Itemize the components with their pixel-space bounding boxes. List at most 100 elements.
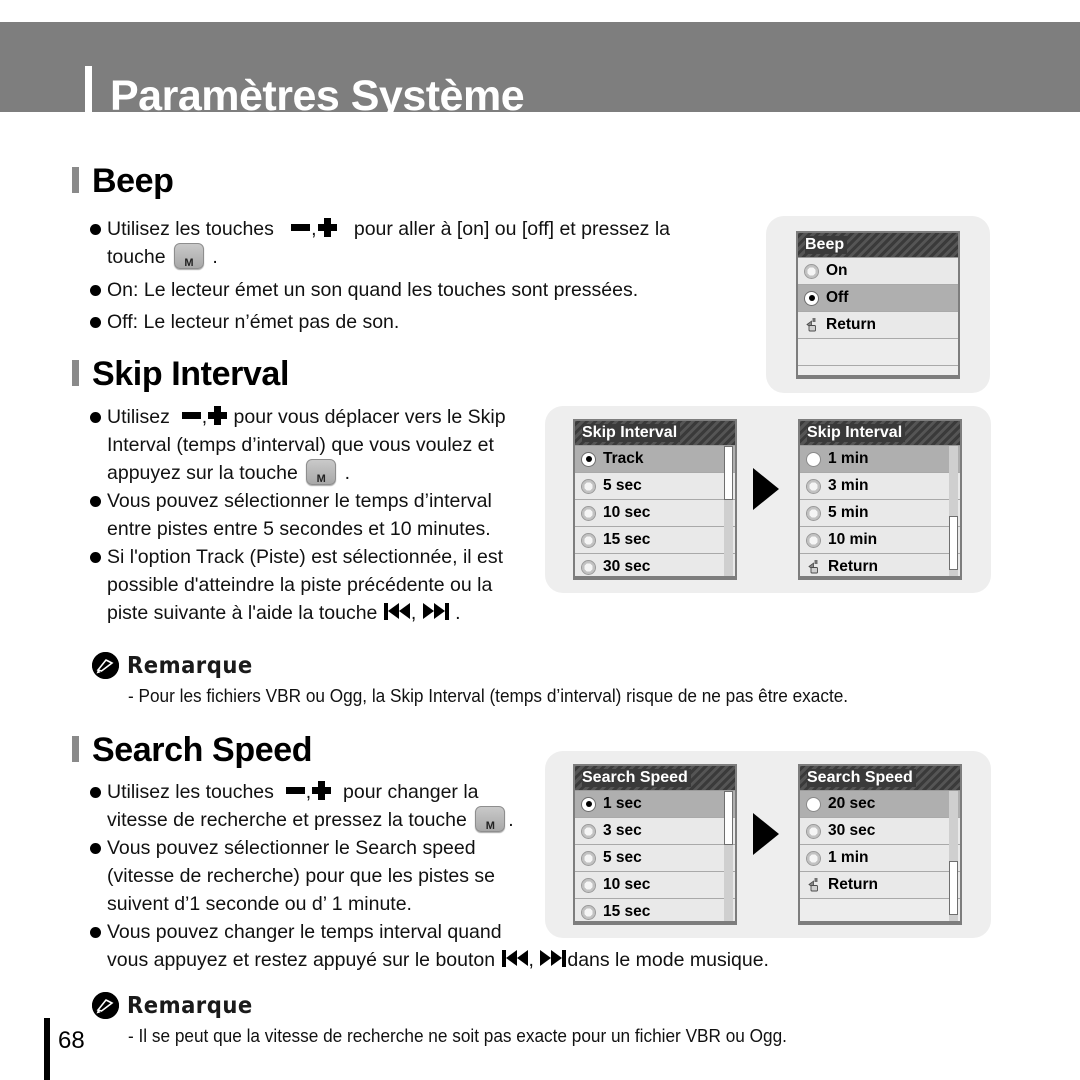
lcd-row-label: 1 min bbox=[828, 849, 869, 866]
lcd-row-label: 10 min bbox=[828, 531, 878, 548]
lcd-row[interactable]: 30 sec bbox=[575, 554, 735, 576]
panel-group-search-speed: Search Speed 1 sec 3 sec 5 sec 10 sec 15 sec… bbox=[545, 751, 991, 938]
page-header: Paramètres Système bbox=[0, 22, 1080, 134]
lcd-row-label: 5 min bbox=[828, 504, 869, 521]
lcd-row[interactable]: 15 sec bbox=[575, 527, 735, 554]
lcd-screen-skip-interval-1[interactable]: Skip Interval Track 5 sec 10 sec 15 sec 30 s… bbox=[573, 419, 737, 580]
lcd-row-label: 10 sec bbox=[603, 504, 651, 521]
lcd-row-label: Off bbox=[826, 289, 849, 306]
text-fragment: touche bbox=[107, 246, 166, 268]
bullet-dot-icon bbox=[90, 224, 101, 235]
lcd-row[interactable]: 1 min bbox=[800, 446, 960, 473]
lcd-row[interactable]: 30 sec bbox=[800, 818, 960, 845]
lcd-row[interactable]: 5 sec bbox=[575, 845, 735, 872]
lcd-row-label: Return bbox=[828, 558, 878, 575]
lcd-row-list: 1 sec 3 sec 5 sec 10 sec 15 sec bbox=[575, 791, 735, 921]
lcd-row[interactable]: Return bbox=[798, 312, 958, 339]
lcd-row-label: 5 sec bbox=[603, 849, 642, 866]
lcd-row-list: Track 5 sec 10 sec 15 sec 30 sec bbox=[575, 446, 735, 576]
text-fragment: . bbox=[455, 602, 461, 624]
text-fragment: appuyez sur la touche bbox=[107, 462, 298, 484]
lcd-row[interactable]: 3 sec bbox=[575, 818, 735, 845]
lcd-row[interactable]: Return bbox=[800, 872, 960, 899]
text-fragment: suivent d’1 seconde ou d’ 1 minute. bbox=[107, 893, 412, 915]
text-fragment: . bbox=[212, 246, 218, 268]
lcd-row[interactable]: Off bbox=[798, 285, 958, 312]
lcd-row[interactable]: 1 min bbox=[800, 845, 960, 872]
lcd-row[interactable]: 15 sec bbox=[575, 899, 735, 921]
flow-arrow-icon bbox=[753, 468, 779, 510]
lcd-row[interactable]: 3 min bbox=[800, 473, 960, 500]
bullet-item: Vous pouvez sélectionner le temps d’inte… bbox=[90, 487, 560, 543]
lcd-title-bar: Search Speed bbox=[800, 766, 960, 791]
text-fragment: Vous pouvez sélectionner le Search speed bbox=[107, 837, 476, 859]
lcd-row[interactable]: 5 sec bbox=[575, 473, 735, 500]
lcd-row[interactable]: Return bbox=[800, 554, 960, 576]
text-fragment: Utilisez bbox=[107, 406, 170, 428]
text-fragment: pour vous déplacer vers le Skip bbox=[233, 406, 506, 428]
bullet-dot-icon bbox=[90, 552, 101, 563]
text-fragment: Si l'option Track (Piste) est sélectionn… bbox=[107, 546, 504, 568]
radio-selected-icon bbox=[804, 290, 819, 306]
lcd-screen-skip-interval-2[interactable]: Skip Interval 1 min 3 min 5 min 10 min Retur… bbox=[798, 419, 962, 580]
bullet-item: Si l'option Track (Piste) est sélectionn… bbox=[90, 543, 560, 627]
lcd-row-list: 1 min 3 min 5 min 10 min Return bbox=[800, 446, 960, 576]
lcd-row-list: On Off Return bbox=[798, 258, 958, 375]
minus-key-icon bbox=[291, 224, 311, 232]
lcd-row-label: 15 sec bbox=[603, 903, 651, 920]
note-header: Remarque bbox=[92, 652, 902, 679]
radio-empty-icon bbox=[806, 451, 821, 467]
lcd-row-empty bbox=[800, 899, 960, 921]
lcd-screen-beep[interactable]: Beep On Off Return bbox=[796, 231, 960, 379]
lcd-row-empty bbox=[798, 339, 958, 366]
minus-key-icon bbox=[181, 412, 201, 420]
bullet-dot-icon bbox=[90, 496, 101, 507]
lcd-row[interactable]: 10 sec bbox=[575, 872, 735, 899]
lcd-row[interactable]: On bbox=[798, 258, 958, 285]
text-fragment: . bbox=[344, 462, 351, 484]
mode-key-icon: M bbox=[475, 805, 506, 832]
text-fragment: entre pistes entre 5 secondes et 10 minu… bbox=[107, 518, 491, 540]
bullet-dot-icon bbox=[90, 787, 101, 798]
scrollbar-thumb[interactable] bbox=[724, 791, 733, 845]
lcd-screen-search-speed-1[interactable]: Search Speed 1 sec 3 sec 5 sec 10 sec 15 sec bbox=[573, 764, 737, 925]
scrollbar-thumb[interactable] bbox=[949, 516, 958, 571]
lcd-title-text: Skip Interval bbox=[582, 424, 681, 442]
lcd-row-label: Track bbox=[603, 450, 644, 467]
radio-unselected-icon bbox=[804, 263, 819, 279]
text-fragment: possible d'atteindre la piste précédente… bbox=[107, 574, 493, 596]
heading-accent-bar bbox=[72, 166, 79, 193]
text-fragment: Off: Le lecteur n’émet pas de son. bbox=[107, 311, 400, 333]
radio-unselected-icon bbox=[581, 850, 596, 866]
radio-unselected-icon bbox=[806, 823, 821, 839]
lcd-row-label: Return bbox=[826, 316, 876, 333]
prev-track-icon bbox=[383, 603, 410, 621]
radio-selected-icon bbox=[581, 451, 596, 467]
lcd-row[interactable]: Track bbox=[575, 446, 735, 473]
lcd-row-label: 10 sec bbox=[603, 876, 651, 893]
lcd-screen-search-speed-2[interactable]: Search Speed 20 sec 30 sec 1 min Return bbox=[798, 764, 962, 925]
text-fragment: piste suivante à l'aide la touche bbox=[107, 602, 378, 624]
bullet-item: On: Le lecteur émet un son quand les tou… bbox=[90, 276, 730, 304]
scrollbar-thumb[interactable] bbox=[724, 446, 733, 500]
lcd-row[interactable]: 10 min bbox=[800, 527, 960, 554]
panel-group-skip-interval: Skip Interval Track 5 sec 10 sec 15 sec 30 s… bbox=[545, 406, 991, 593]
lcd-row-label: 3 sec bbox=[603, 822, 642, 839]
radio-unselected-icon bbox=[806, 478, 821, 494]
lcd-row[interactable]: 10 sec bbox=[575, 500, 735, 527]
scrollbar-thumb[interactable] bbox=[949, 861, 958, 916]
lcd-row-label: 30 sec bbox=[828, 822, 876, 839]
return-arrow-icon bbox=[806, 559, 821, 575]
lcd-row[interactable]: 1 sec bbox=[575, 791, 735, 818]
flow-arrow-icon bbox=[753, 813, 779, 855]
radio-unselected-icon bbox=[581, 823, 596, 839]
lcd-title-text: Skip Interval bbox=[807, 424, 906, 442]
text-fragment: dans le mode musique. bbox=[567, 949, 769, 971]
header-accent-bar bbox=[85, 66, 92, 134]
lcd-row[interactable]: 20 sec bbox=[800, 791, 960, 818]
section-heading-beep: Beep bbox=[72, 162, 174, 201]
lcd-row-label: 30 sec bbox=[603, 558, 651, 575]
lcd-row[interactable]: 5 min bbox=[800, 500, 960, 527]
lcd-row-label: 20 sec bbox=[828, 795, 876, 812]
text-fragment: pour aller à [on] ou [off] et pressez la bbox=[353, 218, 671, 240]
